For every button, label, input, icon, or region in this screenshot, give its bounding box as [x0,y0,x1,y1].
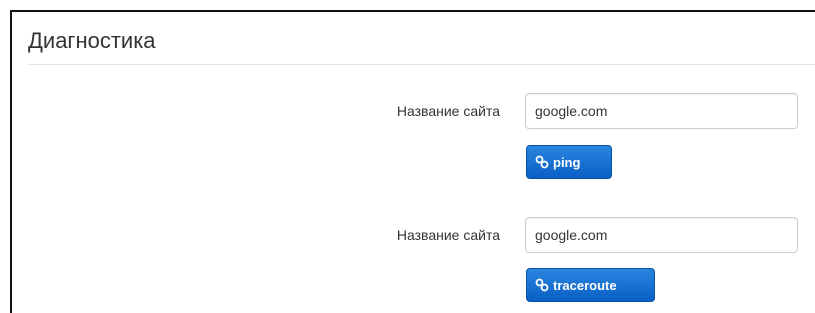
link-icon [535,155,549,169]
diagnostics-panel: Диагностика Название сайта ping Название… [10,10,815,313]
panel-title: Диагностика [28,28,156,53]
traceroute-button[interactable]: traceroute [526,268,655,302]
ping-button-label: ping [553,154,581,170]
traceroute-site-name-input[interactable] [525,217,798,253]
title-divider [29,64,815,65]
ping-site-name-label: Название сайта [396,103,500,119]
ping-button[interactable]: ping [526,145,612,179]
traceroute-button-label: traceroute [553,277,617,293]
link-icon [535,278,549,292]
ping-site-name-input[interactable] [525,93,798,129]
traceroute-site-name-label: Название сайта [396,227,500,243]
